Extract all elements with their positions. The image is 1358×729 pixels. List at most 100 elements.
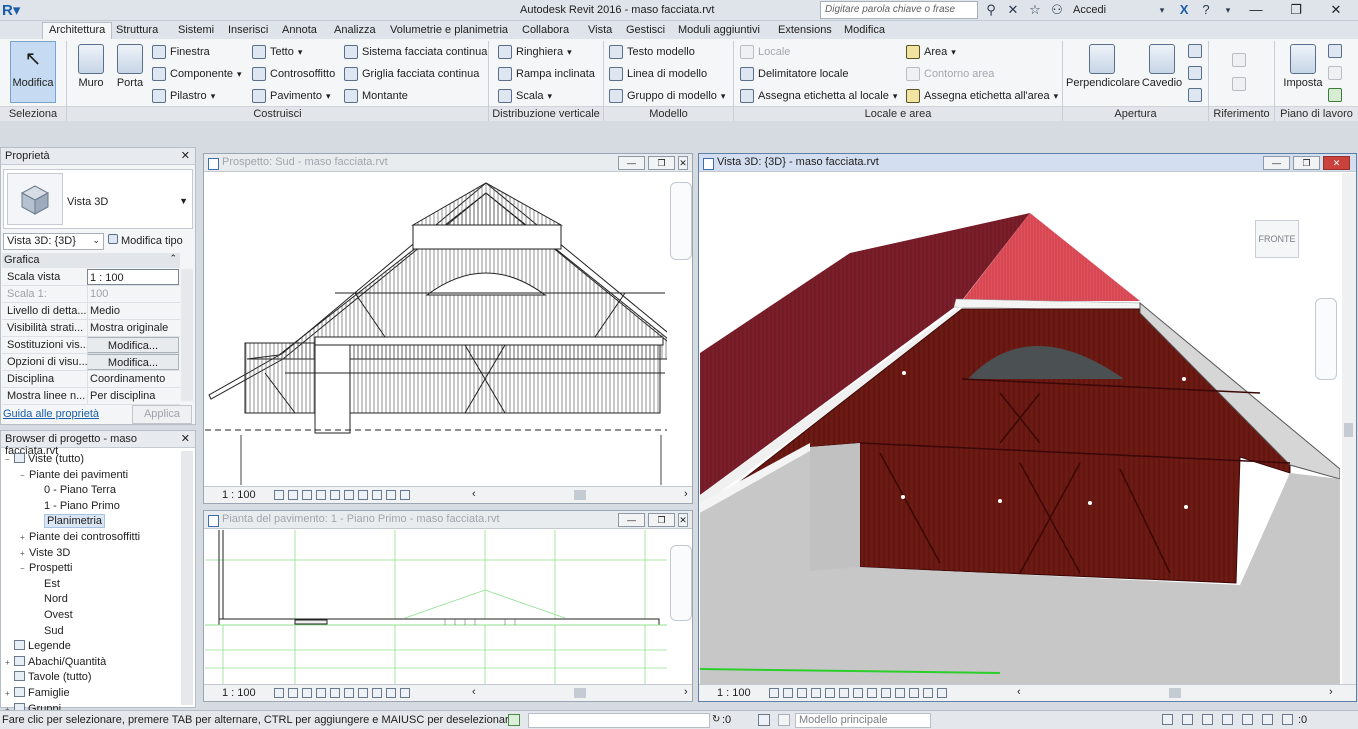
restore-button[interactable]: ❐ <box>648 156 675 170</box>
shaft-button[interactable]: Cavedio <box>1140 42 1184 89</box>
help-icon[interactable]: ? <box>1198 2 1214 18</box>
property-value[interactable]: Mostra originale <box>87 320 179 336</box>
chevron-down-icon[interactable]: ▾ <box>1054 91 1059 102</box>
property-value[interactable]: Modifica... <box>87 354 179 370</box>
tree-item[interactable]: Tavole (tutto) <box>5 671 92 683</box>
tab-modifica[interactable]: Modifica <box>838 23 891 39</box>
model-line-button[interactable]: Linea di modello <box>609 65 707 83</box>
ceiling-button[interactable]: Controsoffitto <box>252 65 335 83</box>
tag-room-button[interactable]: Assegna etichetta al locale ▾ <box>740 87 897 105</box>
communication-icon[interactable]: ✕ <box>1005 2 1021 18</box>
worksets-icon[interactable] <box>508 714 520 726</box>
roof-button[interactable]: Tetto ▾ <box>252 43 302 61</box>
expand-toggle-icon[interactable]: + <box>20 533 29 542</box>
lock-icon[interactable] <box>386 688 396 698</box>
tree-item[interactable]: + Piante dei controsoffitti <box>20 531 140 543</box>
tree-item[interactable]: + Famiglie <box>5 687 70 699</box>
tab-collabora[interactable]: Collabora <box>516 23 575 39</box>
select-by-face-icon[interactable] <box>1222 714 1233 725</box>
hscroll-thumb[interactable] <box>1169 688 1181 698</box>
shadows-icon[interactable] <box>316 688 326 698</box>
analysis-icon[interactable] <box>400 688 410 698</box>
scroll-right-icon[interactable]: › <box>684 488 688 500</box>
tab-inserisci[interactable]: Inserisci <box>222 23 274 39</box>
drag-elements-icon[interactable] <box>1242 714 1253 725</box>
chevron-down-icon[interactable]: ▾ <box>326 91 331 102</box>
curtain-grid-button[interactable]: Griglia facciata continua <box>344 65 479 83</box>
expand-toggle-icon[interactable]: + <box>5 658 14 667</box>
chevron-down-icon[interactable]: ▾ <box>211 91 216 102</box>
scroll-right-icon[interactable]: › <box>684 686 688 698</box>
ref-plane-icon[interactable] <box>1232 77 1246 91</box>
temporary-hide-icon[interactable] <box>358 490 368 500</box>
panel-label-locale-e-area[interactable]: Locale e area <box>734 106 1062 121</box>
temporary-hide-icon[interactable] <box>358 688 368 698</box>
room-separator-button[interactable]: Delimitatore locale <box>740 65 848 83</box>
temporary-hide-icon[interactable] <box>881 688 891 698</box>
expand-toggle-icon[interactable]: − <box>5 455 14 464</box>
set-workplane-button[interactable]: Imposta <box>1282 42 1324 89</box>
tab-extensions[interactable]: Extensions <box>772 23 838 39</box>
chevron-down-icon[interactable]: ▾ <box>548 91 553 102</box>
property-value[interactable]: Coordinamento <box>87 371 179 387</box>
property-value[interactable]: 100 <box>87 286 179 302</box>
navigation-bar[interactable] <box>1315 298 1337 380</box>
reveal-icon[interactable] <box>372 490 382 500</box>
perpendicular-button[interactable]: Perpendicolare <box>1066 42 1140 89</box>
property-value[interactable]: Modifica... <box>87 337 179 353</box>
tab-analizza[interactable]: Analizza <box>328 23 382 39</box>
tree-item[interactable]: − Piante dei pavimenti <box>20 469 128 481</box>
tab-struttura[interactable]: Struttura <box>110 23 164 39</box>
tree-item[interactable]: + Viste 3D <box>20 547 70 559</box>
view-3d[interactable]: Vista 3D: {3D} - maso facciata.rvt — ❐ ✕ <box>698 153 1357 702</box>
workset-select[interactable] <box>528 713 710 728</box>
tree-item[interactable]: 1 - Piano Primo <box>35 500 120 512</box>
tab-vista[interactable]: Vista <box>582 23 618 39</box>
floor-button[interactable]: Pavimento ▾ <box>252 87 331 105</box>
room-button[interactable]: Locale <box>740 43 790 61</box>
group-header-graphics[interactable]: Grafica ⌃ <box>2 253 180 268</box>
area-boundary-button[interactable]: Contorno area <box>906 65 994 83</box>
chevron-down-icon[interactable]: ▾ <box>951 47 956 58</box>
tree-item[interactable]: − Prospetti <box>20 562 72 574</box>
component-button[interactable]: Componente ▾ <box>152 65 242 83</box>
close-icon[interactable]: ✕ <box>181 432 190 445</box>
ramp-button[interactable]: Rampa inclinata <box>498 65 595 83</box>
close-button[interactable]: ✕ <box>678 156 688 170</box>
reveal-icon[interactable] <box>372 688 382 698</box>
chevron-down-icon[interactable]: ▼ <box>179 196 188 206</box>
view-scale[interactable]: 1 : 100 <box>717 687 751 699</box>
close-icon[interactable]: ✕ <box>181 149 190 162</box>
panel-label-seleziona[interactable]: Seleziona <box>0 106 66 121</box>
vertical-scrollbar[interactable] <box>1342 173 1356 685</box>
select-links-icon[interactable] <box>1162 714 1173 725</box>
highlight-icon[interactable] <box>923 688 933 698</box>
shadows-icon[interactable] <box>811 688 821 698</box>
visual-style-icon[interactable] <box>288 688 298 698</box>
view-instance-select[interactable]: Vista 3D: {3D} ⌄ <box>3 233 104 250</box>
worksharing-icon[interactable] <box>937 688 947 698</box>
select-underlay-icon[interactable] <box>1182 714 1193 725</box>
window-button[interactable]: Finestra <box>152 43 210 61</box>
navigation-bar[interactable] <box>670 182 692 260</box>
close-button[interactable]: ✕ <box>678 513 688 527</box>
chevron-down-icon[interactable]: ▾ <box>893 91 898 102</box>
grid-icon[interactable] <box>1232 53 1246 67</box>
apply-button[interactable]: Applica <box>132 405 192 424</box>
crop-icon[interactable] <box>330 688 340 698</box>
navigation-bar[interactable] <box>670 545 692 621</box>
area-button[interactable]: Area ▾ <box>906 43 956 61</box>
tree-item[interactable]: Planimetria <box>35 514 106 529</box>
column-button[interactable]: Pilastro ▾ <box>152 87 215 105</box>
dormer-icon[interactable] <box>1188 88 1202 102</box>
tree-item[interactable]: − Viste (tutto) <box>5 453 84 465</box>
design-option-select[interactable]: Modello principale <box>795 713 931 728</box>
lock-icon[interactable] <box>386 490 396 500</box>
show-workplane-icon[interactable] <box>1328 44 1342 58</box>
restore-button[interactable]: ❐ <box>1293 156 1320 170</box>
tree-item[interactable]: 0 - Piano Terra <box>35 484 116 496</box>
ref-plane-small-icon[interactable] <box>1328 66 1342 80</box>
reveal-icon[interactable] <box>895 688 905 698</box>
lock-3d-icon[interactable] <box>867 688 877 698</box>
tree-item[interactable]: Est <box>35 578 60 590</box>
